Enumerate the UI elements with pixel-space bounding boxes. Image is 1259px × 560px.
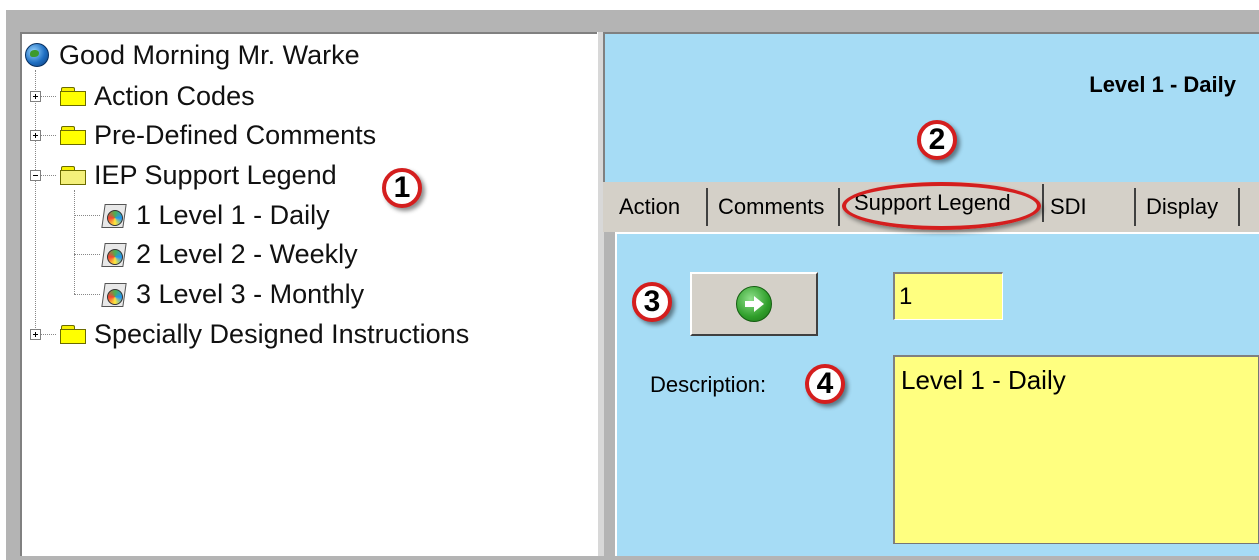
tab-label: SDI xyxy=(1050,194,1087,219)
tab-action[interactable]: Action xyxy=(613,188,708,226)
tree-item-specially-designed-instructions[interactable]: Specially Designed Instructions xyxy=(60,317,469,351)
expand-action-codes-toggle[interactable] xyxy=(30,91,41,102)
collapse-iep-support-legend-toggle[interactable] xyxy=(30,170,41,181)
globe-icon xyxy=(25,43,49,67)
tree-connector xyxy=(40,334,56,335)
tree-item-label: 2 Level 2 - Weekly xyxy=(136,238,358,269)
tree-item-label: Action Codes xyxy=(94,80,255,111)
callout-1: 1 xyxy=(382,168,422,208)
go-button[interactable] xyxy=(690,272,818,336)
folder-icon xyxy=(60,87,86,106)
folder-icon xyxy=(60,325,86,344)
callout-3: 3 xyxy=(632,282,672,322)
tree-item-pre-defined-comments[interactable]: Pre-Defined Comments xyxy=(60,118,376,152)
open-folder-icon xyxy=(60,166,86,185)
detail-title: Level 1 - Daily xyxy=(1089,72,1236,97)
tree-item-label: 1 Level 1 - Daily xyxy=(136,199,330,230)
tree-connector xyxy=(74,254,100,255)
tree-item-level-2-weekly[interactable]: 2 Level 2 - Weekly xyxy=(100,237,358,271)
code-input[interactable] xyxy=(893,272,1003,320)
tree-connector xyxy=(40,96,56,97)
expand-pre-defined-comments-toggle[interactable] xyxy=(30,130,41,141)
callout-2: 2 xyxy=(917,120,957,160)
tab-label: Comments xyxy=(718,194,825,219)
disc-document-icon xyxy=(100,242,128,267)
green-arrow-icon xyxy=(736,286,772,322)
tree-item-label: 3 Level 3 - Monthly xyxy=(136,278,365,309)
description-label: Description: xyxy=(650,372,767,397)
description-field[interactable]: Level 1 - Daily xyxy=(893,355,1259,544)
tree-connector xyxy=(74,215,100,216)
tab-label: Display xyxy=(1146,194,1219,219)
disc-document-icon xyxy=(100,282,128,307)
tree-item-action-codes[interactable]: Action Codes xyxy=(60,79,255,113)
tab-sdi[interactable]: SDI xyxy=(1044,188,1136,226)
tree-connector xyxy=(40,175,56,176)
tree-item-iep-support-legend[interactable]: IEP Support Legend xyxy=(60,158,337,192)
disc-document-icon xyxy=(100,203,128,228)
tree-root[interactable]: Good Morning Mr. Warke xyxy=(25,38,360,72)
detail-header: Level 1 - Daily xyxy=(603,32,1259,182)
tree-root-label: Good Morning Mr. Warke xyxy=(59,39,360,70)
tree-item-level-1-daily[interactable]: 1 Level 1 - Daily xyxy=(100,198,330,232)
tree-connector xyxy=(40,135,56,136)
tab-comments[interactable]: Comments xyxy=(712,188,840,226)
tree-item-label: IEP Support Legend xyxy=(94,159,337,190)
folder-icon xyxy=(60,126,86,145)
expand-specially-designed-instructions-toggle[interactable] xyxy=(30,329,41,340)
tree-connector xyxy=(74,294,100,295)
tree-connector xyxy=(74,190,75,294)
tree-connector xyxy=(35,70,36,334)
tree-item-level-3-monthly[interactable]: 3 Level 3 - Monthly xyxy=(100,277,364,311)
callout-4: 4 xyxy=(805,364,845,404)
tree-item-label: Specially Designed Instructions xyxy=(94,318,470,349)
support-legend-tab-highlight xyxy=(842,182,1041,230)
tree-item-label: Pre-Defined Comments xyxy=(94,119,377,150)
tab-label: Action xyxy=(619,194,681,219)
tab-display[interactable]: Display xyxy=(1140,188,1240,226)
